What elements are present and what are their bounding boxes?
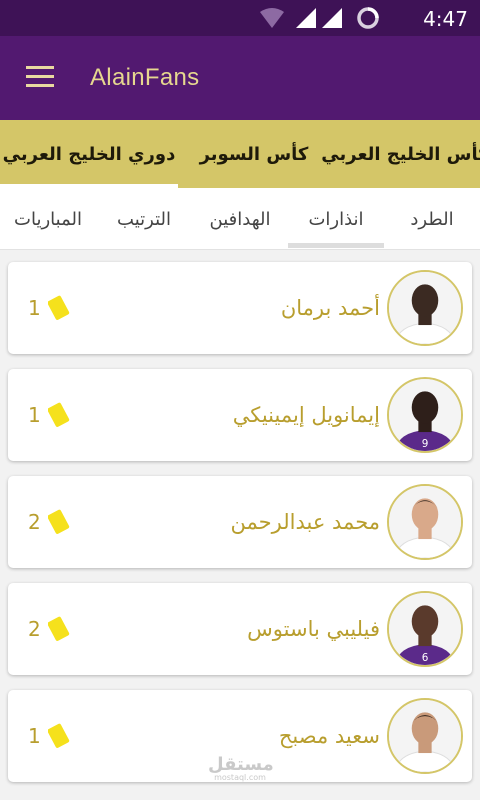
wifi-icon [260, 8, 284, 28]
card-count: 1 [28, 296, 41, 320]
signal-icon [296, 8, 316, 28]
hamburger-icon[interactable] [26, 66, 56, 90]
card-count: 2 [28, 617, 41, 641]
yellow-card-icon [48, 295, 70, 320]
status-bar: 4:47 [0, 0, 480, 36]
svg-text:6: 6 [422, 652, 429, 664]
player-avatar [387, 270, 463, 346]
tab-matches[interactable]: المباريات [0, 188, 96, 250]
app-title: AlainFans [90, 64, 200, 91]
list-item[interactable]: 9 إيمانويل إيمينيكي 1 [8, 369, 472, 461]
status-icons [260, 7, 379, 29]
status-time: 4:47 [423, 7, 468, 31]
player-avatar: 9 [387, 377, 463, 453]
player-avatar [387, 484, 463, 560]
list-item[interactable]: 6 فيليبي باستوس 2 [8, 583, 472, 675]
competition-tabs: كأس الخليج العربي كأس السوبر دوري الخليج… [0, 120, 480, 188]
tab-super-cup[interactable]: كأس السوبر [178, 120, 330, 188]
yellow-card-icon [48, 723, 70, 748]
stat-tabs: الطرد انذارات الهدافين الترتيب المباريات [0, 188, 480, 250]
player-name: محمد عبدالرحمن [230, 510, 380, 534]
tab-red-cards[interactable]: الطرد [384, 188, 480, 250]
yellow-card-icon [48, 402, 70, 427]
card-count: 2 [28, 510, 41, 534]
watermark-logo: مستقل mostaql.com [208, 754, 274, 782]
player-avatar [387, 698, 463, 774]
tab-gulf-cup[interactable]: كأس الخليج العربي [321, 120, 480, 188]
tab-scorers[interactable]: الهدافين [192, 188, 288, 250]
signal-icon [322, 8, 342, 28]
list-item[interactable]: أحمد برمان 1 [8, 262, 472, 354]
tab-warnings[interactable]: انذارات [288, 188, 384, 250]
tab-gulf-league[interactable]: دوري الخليج العربي [0, 120, 178, 188]
svg-text:9: 9 [422, 438, 429, 450]
list-item[interactable]: محمد عبدالرحمن 2 [8, 476, 472, 568]
watermark-arabic: مستقل [208, 754, 274, 775]
app-bar: AlainFans [0, 36, 480, 120]
player-name: أحمد برمان [280, 296, 380, 320]
player-name: فيليبي باستوس [247, 617, 380, 641]
watermark-latin: mostaql.com [214, 773, 266, 782]
player-avatar: 6 [387, 591, 463, 667]
card-count: 1 [28, 403, 41, 427]
yellow-card-icon [48, 509, 70, 534]
yellow-card-icon [48, 616, 70, 641]
player-name: سعيد مصبح [278, 724, 380, 748]
card-count: 1 [28, 724, 41, 748]
tab-standings[interactable]: الترتيب [96, 188, 192, 250]
player-name: إيمانويل إيمينيكي [232, 403, 380, 427]
